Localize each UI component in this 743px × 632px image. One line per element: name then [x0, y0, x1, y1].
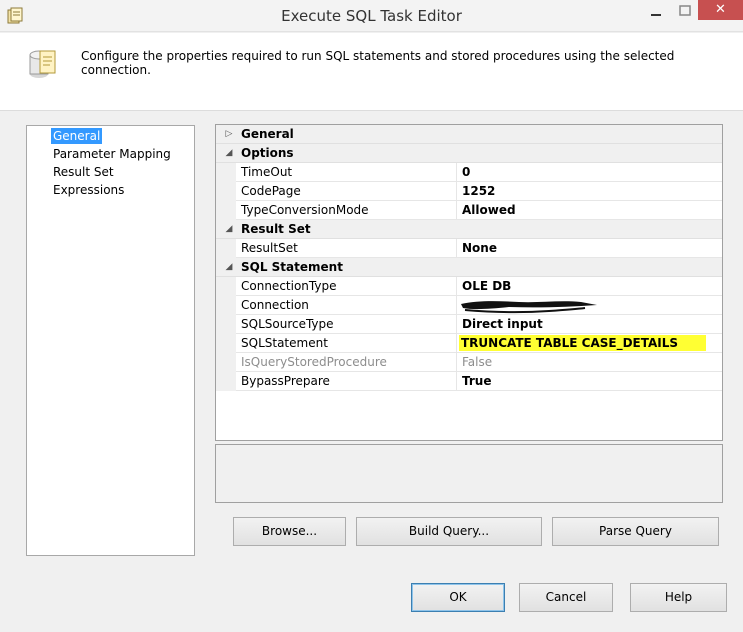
property-name: BypassPrepare	[236, 372, 457, 391]
build-query-button[interactable]: Build Query...	[356, 517, 542, 546]
window-title: Execute SQL Task Editor	[281, 7, 462, 25]
header-banner: Configure the properties required to run…	[0, 33, 743, 111]
property-row-sqlsourcetype[interactable]: SQLSourceType Direct input	[216, 315, 722, 334]
property-row-resultset[interactable]: ResultSet None	[216, 239, 722, 258]
property-name: CodePage	[236, 182, 457, 201]
category-options[interactable]: ◢ Options	[216, 144, 722, 163]
property-name: IsQueryStoredProcedure	[236, 353, 457, 372]
ok-button[interactable]: OK	[411, 583, 505, 612]
property-name: SQLStatement	[236, 334, 457, 353]
property-name: TimeOut	[236, 163, 457, 182]
nav-item-general[interactable]: General	[51, 128, 103, 144]
property-row-connection[interactable]: Connection	[216, 296, 722, 315]
property-value[interactable]: 0	[457, 163, 722, 182]
redaction-scribble	[461, 301, 597, 314]
page-navigation: General Parameter Mapping Result Set Exp…	[26, 125, 195, 556]
close-button[interactable]: ✕	[698, 0, 743, 20]
category-label: Result Set	[241, 222, 311, 236]
property-name: TypeConversionMode	[236, 201, 457, 220]
property-row-connectiontype[interactable]: ConnectionType OLE DB	[216, 277, 722, 296]
property-value[interactable]: True	[457, 372, 722, 391]
help-button[interactable]: Help	[630, 583, 727, 612]
property-name: Connection	[236, 296, 457, 315]
property-row-typeconversionmode[interactable]: TypeConversionMode Allowed	[216, 201, 722, 220]
collapse-icon[interactable]: ◢	[222, 258, 236, 277]
banner-description: Configure the properties required to run…	[81, 49, 675, 77]
property-value[interactable]: Allowed	[457, 201, 722, 220]
property-name: SQLSourceType	[236, 315, 457, 334]
property-name: ResultSet	[236, 239, 457, 258]
category-label: General	[241, 127, 294, 141]
maximize-icon[interactable]	[674, 0, 696, 22]
property-row-sqlstatement[interactable]: SQLStatement TRUNCATE TABLE CASE_DETAILS	[216, 334, 722, 353]
property-value[interactable]: OLE DB	[457, 277, 722, 296]
property-row-codepage[interactable]: CodePage 1252	[216, 182, 722, 201]
sql-statement-text: TRUNCATE TABLE CASE_DETAILS	[459, 335, 707, 351]
category-sql-statement[interactable]: ◢ SQL Statement	[216, 258, 722, 277]
property-row-isquerystoredprocedure: IsQueryStoredProcedure False	[216, 353, 722, 372]
nav-item-parameter-mapping[interactable]: Parameter Mapping	[51, 146, 173, 162]
parse-query-button[interactable]: Parse Query	[552, 517, 719, 546]
property-value[interactable]: Direct input	[457, 315, 722, 334]
category-label: SQL Statement	[241, 260, 343, 274]
nav-item-expressions[interactable]: Expressions	[51, 182, 126, 198]
property-name: ConnectionType	[236, 277, 457, 296]
collapse-icon[interactable]: ◢	[222, 220, 236, 239]
property-row-timeout[interactable]: TimeOut 0	[216, 163, 722, 182]
task-icon	[29, 50, 56, 78]
browse-button[interactable]: Browse...	[233, 517, 346, 546]
property-value[interactable]: 1252	[457, 182, 722, 201]
title-bar: Execute SQL Task Editor ✕	[0, 0, 743, 32]
minimize-icon[interactable]	[640, 0, 672, 22]
property-value-highlighted[interactable]: TRUNCATE TABLE CASE_DETAILS	[457, 334, 722, 353]
expand-icon[interactable]: ▷	[222, 125, 236, 144]
property-value: False	[462, 355, 493, 369]
property-description-pane	[215, 444, 723, 503]
category-general[interactable]: ▷ General	[216, 125, 722, 144]
nav-item-result-set[interactable]: Result Set	[51, 164, 116, 180]
property-row-bypassprepare[interactable]: BypassPrepare True	[216, 372, 722, 391]
property-value[interactable]: None	[457, 239, 722, 258]
category-label: Options	[241, 146, 294, 160]
category-result-set[interactable]: ◢ Result Set	[216, 220, 722, 239]
property-grid: ▷ General ◢ Options TimeOut 0 CodePage 1…	[215, 124, 723, 441]
collapse-icon[interactable]: ◢	[222, 144, 236, 163]
cancel-button[interactable]: Cancel	[519, 583, 613, 612]
